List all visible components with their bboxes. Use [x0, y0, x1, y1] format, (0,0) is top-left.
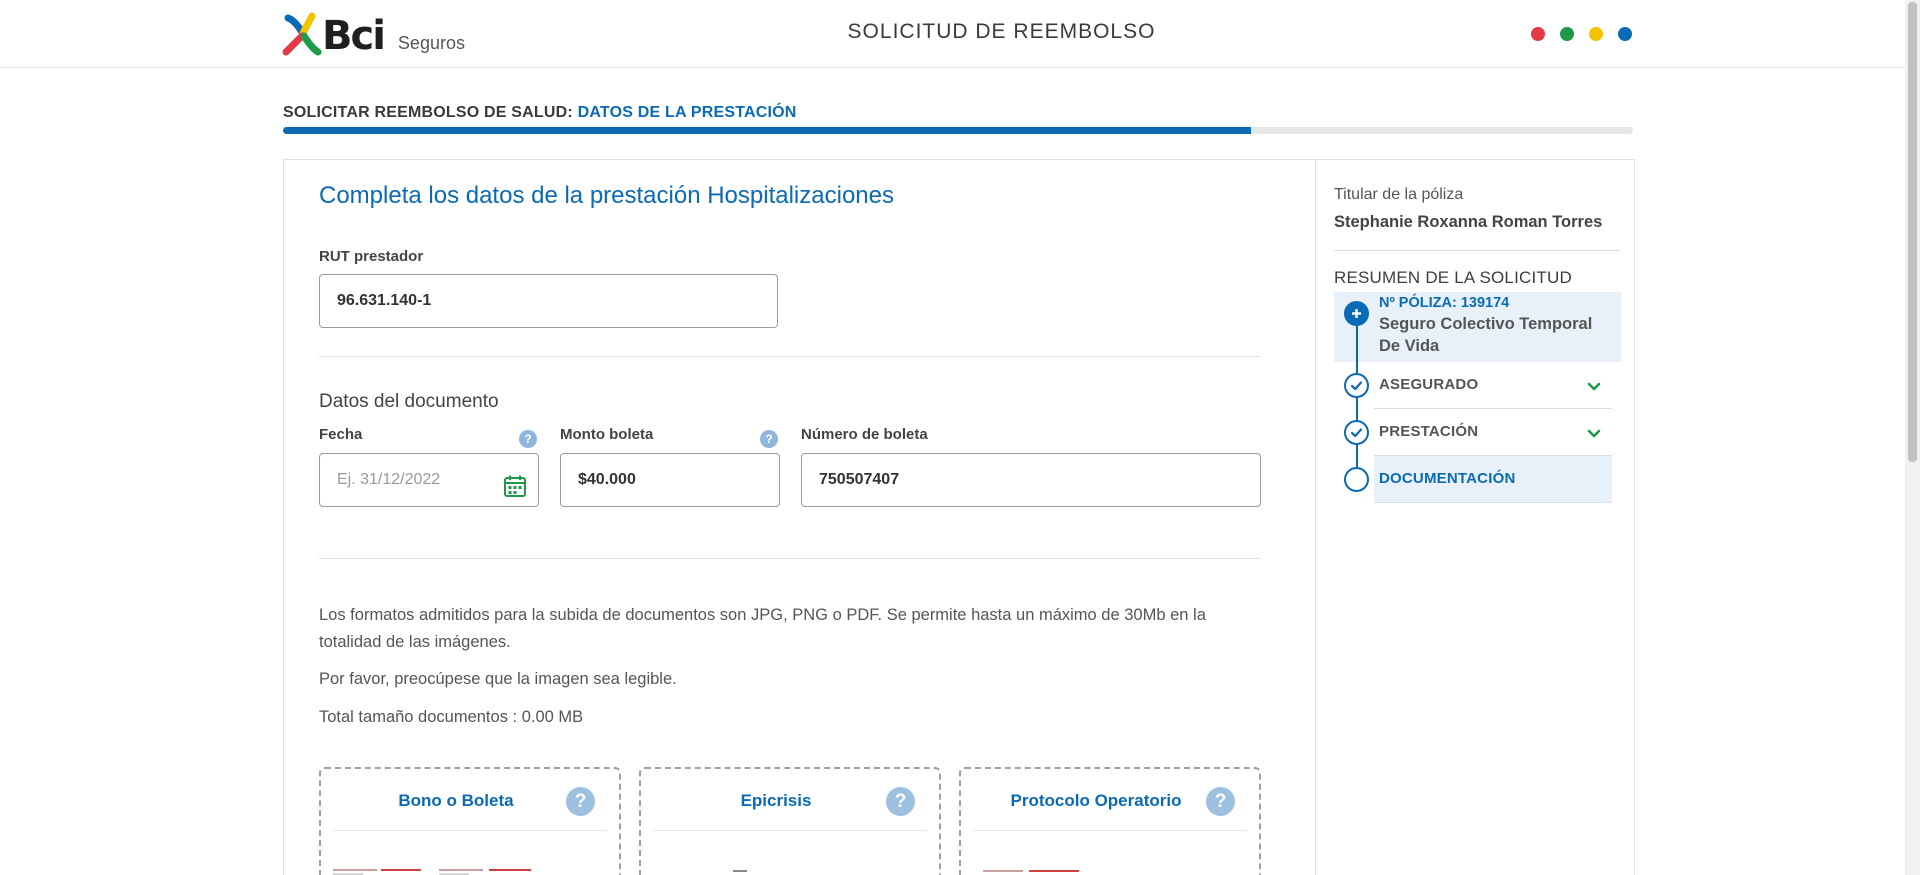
calendar-icon[interactable] [503, 468, 527, 497]
numero-boleta-input[interactable]: 750507407 [801, 453, 1261, 507]
divider [1374, 408, 1612, 409]
request-card: Completa los datos de la prestación Hosp… [283, 159, 1635, 875]
scrollbar-thumb[interactable] [1908, 2, 1917, 462]
rut-label: RUT prestador [319, 248, 424, 265]
policy-name: Seguro Colectivo Temporal De Vida [1379, 315, 1593, 355]
page-title: SOLICITUD DE REEMBOLSO [847, 20, 1156, 43]
document-thumbnail-icon [733, 870, 747, 872]
step-prestacion[interactable]: PRESTACIÓN [1379, 423, 1478, 440]
total-size-info: Total tamaño documentos : 0.00 MB [319, 708, 584, 726]
upload-protocolo-operatorio[interactable]: Protocolo Operatorio ? [959, 767, 1261, 875]
upload-epicrisis[interactable]: Epicrisis ? [639, 767, 941, 875]
document-section-heading: Datos del documento [319, 391, 499, 412]
summary-sidebar: Titular de la póliza Stephanie Roxanna R… [1316, 160, 1636, 875]
fecha-placeholder: Ej. 31/12/2022 [337, 471, 441, 488]
fecha-input[interactable]: Ej. 31/12/2022 [319, 453, 539, 507]
yellow-dot-icon [1589, 27, 1603, 41]
upload-title: Protocolo Operatorio [1010, 791, 1182, 810]
divider [333, 830, 607, 831]
divider [1374, 455, 1612, 456]
monto-input[interactable]: $40.000 [560, 453, 780, 507]
policy-number: Nº PÓLIZA: 139174 [1379, 295, 1510, 311]
step-prefix: SOLICITAR REEMBOLSO DE SALUD: [283, 104, 573, 121]
green-dot-icon [1560, 27, 1574, 41]
numero-boleta-label: Número de boleta [801, 426, 928, 443]
circle-icon [1344, 467, 1369, 492]
step-documentacion[interactable]: DOCUMENTACIÓN [1379, 470, 1515, 487]
red-dot-icon [1531, 27, 1545, 41]
progress-bar [283, 127, 1633, 134]
progress-fill [283, 127, 1251, 134]
help-icon[interactable]: ? [1206, 787, 1235, 816]
rut-input[interactable]: 96.631.140-1 [319, 274, 778, 328]
monto-label: Monto boleta [560, 426, 654, 443]
brand-dots [1531, 27, 1632, 41]
form-heading: Completa los datos de la prestación Hosp… [319, 182, 894, 209]
form-panel: Completa los datos de la prestación Hosp… [284, 160, 1316, 875]
page-scrollbar[interactable] [1905, 0, 1920, 875]
step-title: SOLICITAR REEMBOLSO DE SALUD: DATOS DE L… [283, 104, 797, 122]
monto-help-icon[interactable]: ? [760, 430, 778, 448]
help-icon[interactable]: ? [566, 787, 595, 816]
holder-name: Stephanie Roxanna Roman Torres [1334, 213, 1603, 231]
check-icon [1344, 420, 1369, 445]
divider [1334, 250, 1620, 251]
plus-icon [1344, 301, 1369, 326]
formats-info: Los formatos admitidos para la subida de… [319, 606, 1206, 651]
summary-heading: RESUMEN DE LA SOLICITUD [1334, 268, 1572, 287]
header: Bci Seguros SOLICITUD DE REEMBOLSO [0, 0, 1905, 68]
check-icon [1344, 373, 1369, 398]
divider [319, 356, 1260, 357]
help-icon[interactable]: ? [886, 787, 915, 816]
upload-bono-boleta[interactable]: Bono o Boleta ? [319, 767, 621, 875]
blue-dot-icon [1618, 27, 1632, 41]
step-asegurado[interactable]: ASEGURADO [1379, 376, 1478, 393]
fecha-label: Fecha [319, 426, 363, 443]
divider [973, 830, 1247, 831]
chevron-down-icon[interactable] [1586, 379, 1602, 395]
divider [653, 830, 927, 831]
upload-title: Epicrisis [740, 791, 812, 810]
step-current: DATOS DE LA PRESTACIÓN [577, 104, 797, 121]
holder-label: Titular de la póliza [1334, 186, 1464, 203]
upload-title: Bono o Boleta [398, 791, 514, 810]
document-thumbnail-icon [333, 869, 531, 875]
divider [319, 558, 1260, 559]
chevron-down-icon[interactable] [1586, 426, 1602, 442]
fecha-help-icon[interactable]: ? [519, 430, 537, 448]
document-thumbnail-icon [983, 870, 1079, 872]
legible-info: Por favor, preocúpese que la imagen sea … [319, 670, 677, 688]
